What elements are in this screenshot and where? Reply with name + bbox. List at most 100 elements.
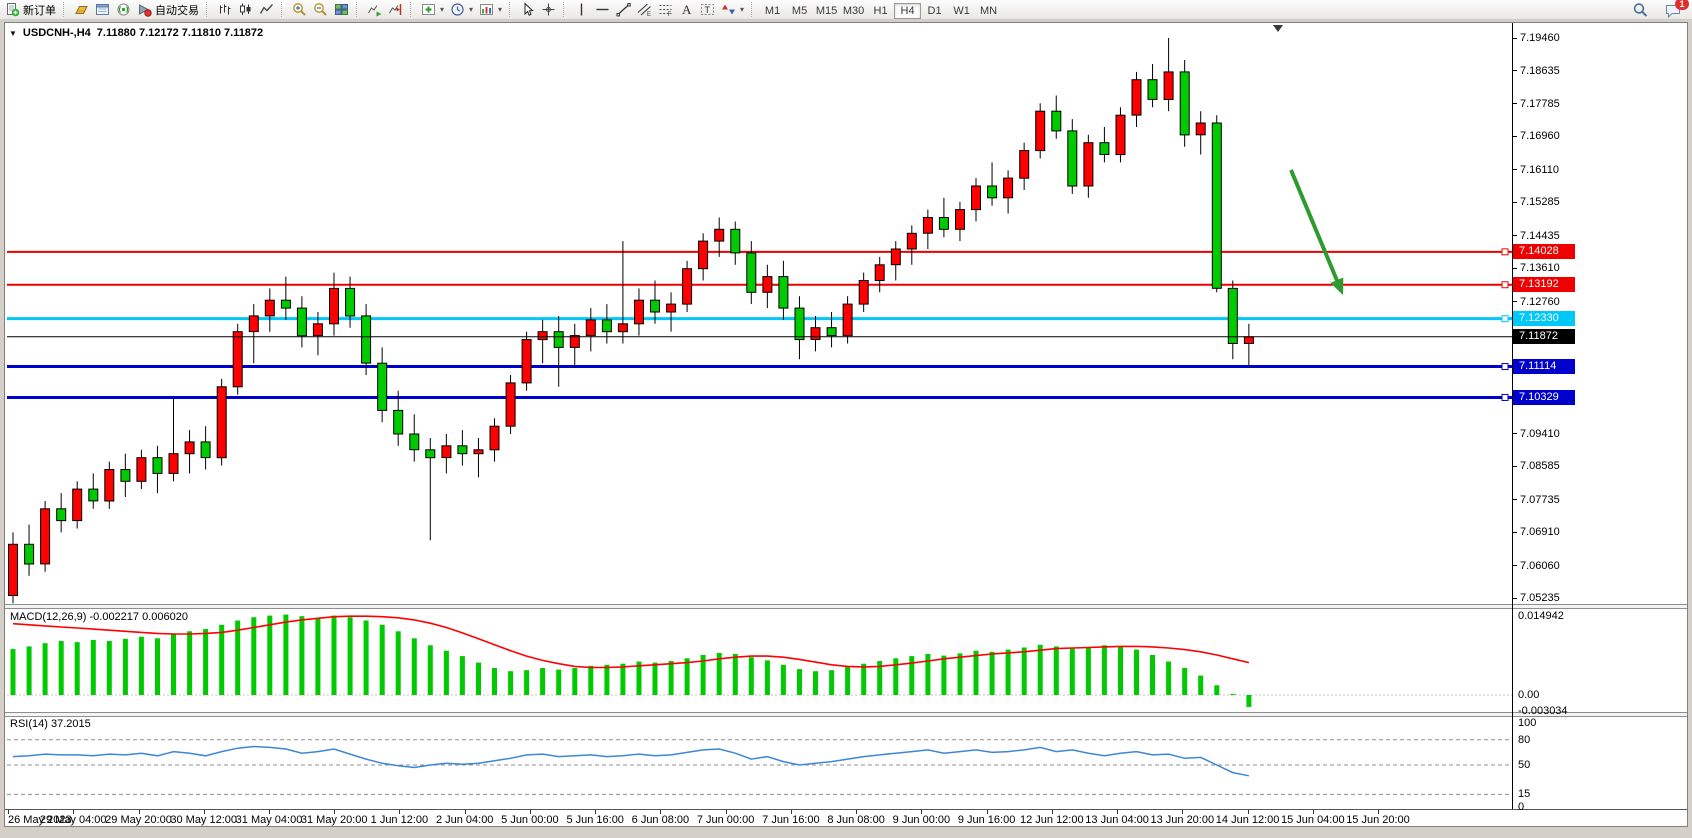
price-tick (1512, 301, 1517, 302)
window-bottom-edge (0, 827, 1692, 838)
price-badge: 7.14028 (1513, 244, 1575, 259)
vertical-line-tool-button[interactable] (571, 1, 592, 19)
text-tool-button[interactable]: A (676, 1, 697, 19)
price-axis-label: 7.06910 (1520, 525, 1560, 539)
templates-button[interactable]: ▾ (476, 1, 505, 19)
trendline-tool-button[interactable] (613, 1, 634, 19)
price-axis-label: 7.12760 (1520, 295, 1560, 309)
price-axis-label: 7.09410 (1520, 427, 1560, 441)
chart-shift-button[interactable] (385, 1, 406, 19)
time-axis-border (5, 809, 1687, 810)
timeframe-m1-button[interactable]: M1 (759, 3, 786, 19)
candlestick-chart-button[interactable] (235, 1, 256, 19)
text-label-tool-button[interactable]: T (697, 1, 718, 19)
symbol-dropdown-icon[interactable]: ▼ (9, 29, 17, 38)
auto-trading-button[interactable]: 自动交易 (134, 1, 202, 19)
time-axis-label: 31 May 20:00 (301, 814, 368, 826)
time-axis-label: 5 Jun 16:00 (566, 814, 624, 826)
time-axis-label: 13 Jun 04:00 (1085, 814, 1149, 826)
fibonacci-icon: F (658, 2, 673, 17)
time-axis-label: 9 Jun 16:00 (958, 814, 1016, 826)
cursor-button[interactable] (517, 1, 538, 19)
price-axis-border (1512, 23, 1513, 810)
price-tick (1512, 235, 1517, 236)
trendline-icon (616, 2, 631, 17)
notifications-button[interactable]: 1 (1665, 2, 1682, 19)
price-tick (1512, 268, 1517, 269)
timeframe-w1-button[interactable]: W1 (948, 3, 975, 19)
svg-text:T: T (705, 5, 711, 15)
price-axis-label: 7.06060 (1520, 559, 1560, 573)
auto-trading-label: 自动交易 (155, 2, 199, 18)
time-axis-label: 8 Jun 08:00 (827, 814, 885, 826)
panel-separator[interactable] (5, 712, 1687, 717)
time-axis-label: 7 Jun 16:00 (762, 814, 820, 826)
zoom-in-button[interactable] (289, 1, 310, 19)
timeframe-d1-button[interactable]: D1 (921, 3, 948, 19)
price-badge: 7.12330 (1513, 311, 1575, 326)
fibonacci-tool-button[interactable]: F (655, 1, 676, 19)
timeframe-h1-button[interactable]: H1 (867, 3, 894, 19)
clock-icon (450, 2, 465, 17)
price-tick (1512, 70, 1517, 71)
auto-scroll-button[interactable] (364, 1, 385, 19)
crosshair-button[interactable] (538, 1, 559, 19)
add-indicator-icon (421, 2, 436, 17)
main-price-chart[interactable] (5, 24, 1513, 604)
search-button[interactable] (1632, 2, 1649, 19)
timeframe-m5-button[interactable]: M5 (786, 3, 813, 19)
line-chart-button[interactable] (256, 1, 277, 19)
chart-header[interactable]: ▼ USDCNH-,H4 7.11880 7.12172 7.11810 7.1… (9, 27, 263, 39)
time-axis-label: 9 Jun 00:00 (893, 814, 951, 826)
periods-button[interactable]: ▾ (447, 1, 476, 19)
macd-values: -0.002217 0.006020 (89, 611, 187, 623)
bar-chart-button[interactable] (214, 1, 235, 19)
tile-windows-button[interactable] (331, 1, 352, 19)
price-axis-label: 7.18635 (1520, 64, 1560, 78)
macd-axis-label: 0.00 (1518, 688, 1539, 702)
channel-tool-button[interactable]: E (634, 1, 655, 19)
navigator-button[interactable] (113, 1, 134, 19)
panel-separator[interactable] (5, 604, 1687, 609)
equidistant-channel-icon: E (637, 2, 652, 17)
macd-panel[interactable] (5, 608, 1513, 712)
price-axis-label: 7.05235 (1520, 591, 1560, 605)
rsi-panel[interactable] (5, 716, 1513, 809)
macd-label: MACD(12,26,9) -0.002217 0.006020 (10, 611, 188, 623)
arrows-tool-button[interactable]: ▾ (718, 1, 747, 19)
horizontal-line-tool-button[interactable] (592, 1, 613, 19)
dropdown-caret-icon: ▾ (469, 5, 473, 14)
price-tick (1512, 565, 1517, 566)
timeframe-m15-button[interactable]: M15 (813, 3, 840, 19)
dropdown-caret-icon: ▾ (440, 5, 444, 14)
zoom-out-button[interactable] (310, 1, 331, 19)
auto-scroll-icon (367, 2, 382, 17)
price-badge: 7.13192 (1513, 277, 1575, 292)
price-tick (1512, 169, 1517, 170)
market-watch-button[interactable] (71, 1, 92, 19)
rsi-axis-label: 0 (1518, 800, 1524, 814)
crosshair-icon (541, 2, 556, 17)
svg-text:F: F (668, 12, 672, 17)
timeframe-mn-button[interactable]: MN (975, 3, 1002, 19)
chart-shift-marker-icon[interactable] (1273, 25, 1283, 32)
navigator-signal-icon (116, 2, 131, 17)
data-window-button[interactable] (92, 1, 113, 19)
new-order-button[interactable]: 新订单 (2, 1, 59, 19)
bar-chart-icon (217, 2, 232, 17)
timeframe-m30-button[interactable]: M30 (840, 3, 867, 19)
dropdown-caret-icon: ▾ (740, 5, 744, 14)
timeframe-h4-button[interactable]: H4 (894, 3, 921, 19)
time-axis-label: 12 Jun 12:00 (1020, 814, 1084, 826)
toolbar-separator (281, 2, 285, 17)
time-axis-label: 31 May 04:00 (236, 814, 303, 826)
svg-text:A: A (682, 2, 692, 17)
price-axis-label: 7.17785 (1520, 97, 1560, 111)
zoom-in-icon (292, 2, 307, 17)
price-tick (1512, 532, 1517, 533)
price-badge: 7.11114 (1513, 359, 1575, 374)
tile-windows-icon (334, 2, 349, 17)
zoom-out-icon (313, 2, 328, 17)
add-indicator-button[interactable]: ▾ (418, 1, 447, 19)
price-badge: 7.11872 (1513, 329, 1575, 344)
